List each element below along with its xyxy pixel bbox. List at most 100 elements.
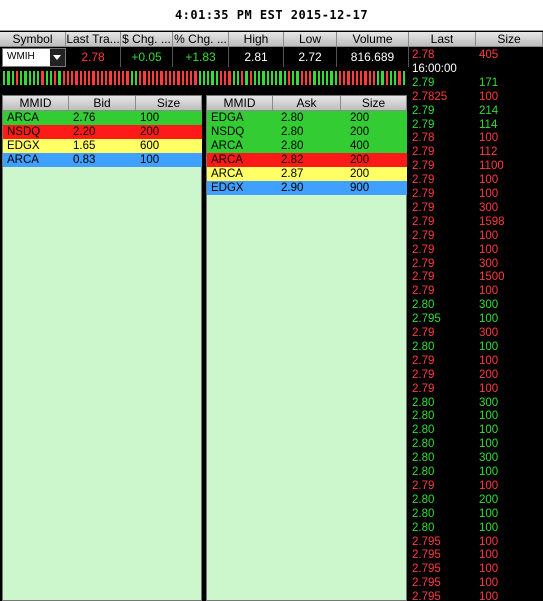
header-symbol[interactable]: Symbol xyxy=(0,32,66,47)
ts-last-cell: 2.795 xyxy=(412,549,441,562)
header-last-trade[interactable]: Last Tra... xyxy=(66,32,121,47)
ts-row[interactable]: 2.79 1500 xyxy=(409,270,543,284)
ts-last-cell: 2.79 xyxy=(412,327,435,339)
ts-row[interactable]: 2.79 114 xyxy=(409,118,543,132)
ts-last-cell: 2.795 xyxy=(412,535,441,548)
ts-row[interactable]: 2.79 300 xyxy=(409,201,543,215)
ts-row[interactable]: 2.79 171 xyxy=(409,76,543,90)
ts-row[interactable]: 2.79 200 xyxy=(409,368,543,382)
ts-row[interactable]: 2.80 100 xyxy=(409,437,543,451)
ts-row[interactable]: 2.795 100 xyxy=(409,312,543,326)
ts-size-cell: 100 xyxy=(479,229,499,242)
ask-header-mmid[interactable]: MMID xyxy=(207,96,273,111)
ask-size-cell: 400 xyxy=(350,140,370,152)
clock-title: 4:01:35 PM EST 2015-12-17 xyxy=(174,8,369,22)
bid-header-size[interactable]: Size xyxy=(136,96,202,111)
header-volume[interactable]: Volume xyxy=(337,32,409,47)
ts-row[interactable]: 2.79 100 xyxy=(409,243,543,257)
bid-row[interactable]: ARCA 2.76 100 xyxy=(3,111,202,125)
ts-last-cell: 2.79 xyxy=(412,76,435,89)
ts-row[interactable]: 2.7825 100 xyxy=(409,90,543,104)
ts-row[interactable]: 2.79 100 xyxy=(409,229,543,243)
ts-row[interactable]: 2.80 100 xyxy=(409,409,543,423)
ts-last-cell: 2.78 xyxy=(412,132,435,145)
ts-row[interactable]: 2.78 100 xyxy=(409,131,543,145)
header-percent-change[interactable]: % Chg. ... xyxy=(173,32,229,47)
ts-row[interactable]: 2.79 100 xyxy=(409,479,543,493)
ts-row[interactable]: 2.80 100 xyxy=(409,340,543,354)
ts-row[interactable]: 2.795 100 xyxy=(409,576,543,590)
ts-last-cell: 2.79 xyxy=(412,271,435,284)
ts-row[interactable]: 2.79 112 xyxy=(409,145,543,159)
bid-row[interactable]: EDGX 1.65 600 xyxy=(3,139,202,153)
ts-row[interactable]: 2.79 1100 xyxy=(409,159,543,173)
ts-size-cell: 114 xyxy=(479,118,498,131)
ts-last-cell: 2.79 xyxy=(412,146,435,159)
ask-row[interactable]: EDGA 2.80 200 xyxy=(207,111,407,125)
header-high[interactable]: High xyxy=(229,32,284,47)
ts-last-cell: 2.80 xyxy=(412,452,435,465)
ts-row[interactable]: 2.79 300 xyxy=(409,326,543,340)
ts-row[interactable]: 2.795 100 xyxy=(409,535,543,549)
ts-size-cell: 100 xyxy=(479,577,499,590)
ts-row[interactable]: 2.80 100 xyxy=(409,521,543,535)
bid-mmid-cell: EDGX xyxy=(7,140,40,152)
ts-row[interactable]: 2.80 100 xyxy=(409,423,543,437)
ts-size-cell: 405 xyxy=(479,49,499,61)
ts-row[interactable]: 2.78 405 xyxy=(409,48,543,62)
ts-size-cell: 100 xyxy=(479,354,499,367)
header-dollar-change[interactable]: $ Chg. ... xyxy=(121,32,173,47)
ask-row[interactable]: ARCA 2.87 200 xyxy=(207,167,407,181)
bid-header-price[interactable]: Bid xyxy=(69,96,136,111)
ts-row[interactable]: 2.80 100 xyxy=(409,465,543,479)
ts-size-cell: 171 xyxy=(479,76,499,89)
ts-row[interactable]: 2.79 300 xyxy=(409,257,543,271)
ts-size-cell: 100 xyxy=(479,174,499,187)
ts-header-size[interactable]: Size xyxy=(476,32,543,47)
ts-row[interactable]: 2.79 100 xyxy=(409,187,543,201)
ts-row[interactable]: 2.795 100 xyxy=(409,548,543,562)
ts-row[interactable]: 2.79 214 xyxy=(409,104,543,118)
ask-row[interactable]: ARCA 2.80 400 xyxy=(207,139,407,153)
bid-row[interactable]: ARCA 0.83 100 xyxy=(3,153,202,167)
ts-row[interactable]: 2.79 100 xyxy=(409,382,543,396)
ts-size-cell: 300 xyxy=(479,201,499,214)
ask-mmid-cell: EDGX xyxy=(211,182,244,194)
ask-header-price[interactable]: Ask xyxy=(273,96,341,111)
ts-size-cell: 300 xyxy=(479,452,499,465)
symbol-dropdown-button[interactable] xyxy=(50,49,65,66)
ask-row[interactable]: EDGX 2.90 900 xyxy=(207,181,407,195)
ts-row[interactable]: 2.79 100 xyxy=(409,354,543,368)
ts-row[interactable]: 2.80 200 xyxy=(409,493,543,507)
symbol-select[interactable]: WMIH xyxy=(2,48,66,67)
ts-row[interactable]: 2.80 300 xyxy=(409,298,543,312)
ts-last-cell: 2.80 xyxy=(412,396,435,409)
bid-row[interactable]: NSDQ 2.20 200 xyxy=(3,125,202,139)
ts-last-cell: 2.79 xyxy=(412,118,435,131)
ts-row[interactable]: 2.79 100 xyxy=(409,173,543,187)
ask-price-cell: 2.80 xyxy=(281,140,304,152)
ts-row[interactable]: 2.795 100 xyxy=(409,562,543,576)
ts-row[interactable]: 2.79 1598 xyxy=(409,215,543,229)
ask-row[interactable]: NSDQ 2.80 200 xyxy=(207,125,407,139)
bid-header-mmid[interactable]: MMID xyxy=(3,96,69,111)
ts-row[interactable]: 2.795 100 xyxy=(409,590,543,601)
ts-last-cell: 2.79 xyxy=(412,257,435,270)
ts-last-cell: 2.79 xyxy=(412,354,435,367)
ask-price-cell: 2.80 xyxy=(281,112,304,124)
ask-header-size[interactable]: Size xyxy=(341,96,407,111)
ts-header-last[interactable]: Last xyxy=(409,32,476,47)
ask-row[interactable]: ARCA 2.82 200 xyxy=(207,153,407,167)
ts-size-cell: 300 xyxy=(479,327,499,339)
ts-row[interactable]: 16:00:00 xyxy=(409,62,543,76)
ts-last-cell: 2.795 xyxy=(412,563,441,576)
ts-row[interactable]: 2.80 300 xyxy=(409,396,543,410)
dollar-change-value: +0.05 xyxy=(121,47,173,67)
ts-row[interactable]: 2.80 300 xyxy=(409,451,543,465)
bid-price-cell: 1.65 xyxy=(73,140,96,152)
ts-last-cell: 2.80 xyxy=(412,410,435,423)
header-low[interactable]: Low xyxy=(284,32,337,47)
bid-size-cell: 100 xyxy=(140,154,160,166)
ts-row[interactable]: 2.80 100 xyxy=(409,507,543,521)
ts-row[interactable]: 2.79 100 xyxy=(409,284,543,298)
